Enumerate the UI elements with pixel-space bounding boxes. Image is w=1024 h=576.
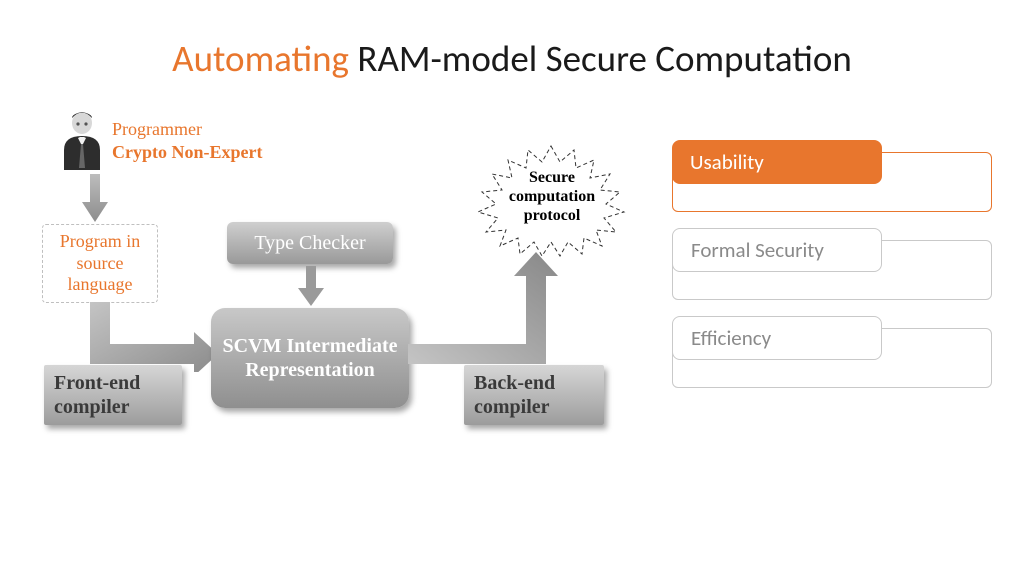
title-rest: RAM-model Secure Computation bbox=[349, 36, 852, 81]
tab-usability-label: Usability bbox=[672, 140, 882, 184]
tab-formal-security-label: Formal Security bbox=[672, 228, 882, 272]
source-program-box: Program in source language bbox=[42, 224, 158, 303]
programmer-role: Programmer bbox=[112, 118, 263, 141]
frontend-compiler-box: Front-end compiler bbox=[44, 365, 182, 425]
title-accent: Automating bbox=[172, 36, 349, 81]
slide-title: Automating RAM-model Secure Computation bbox=[0, 36, 1024, 81]
arrow-elbow-right-icon bbox=[86, 302, 218, 372]
programmer-sublabel: Crypto Non-Expert bbox=[112, 141, 263, 164]
tab-efficiency: Efficiency bbox=[672, 316, 994, 398]
programmer-icon bbox=[58, 110, 106, 170]
backend-compiler-box: Back-end compiler bbox=[464, 365, 604, 425]
arrow-down-icon bbox=[296, 266, 326, 306]
arrow-down-icon bbox=[80, 174, 110, 222]
programmer-label: Programmer Crypto Non-Expert bbox=[112, 118, 263, 163]
arrow-elbow-up-icon bbox=[408, 252, 568, 372]
starburst-label: Secure computation protocol bbox=[490, 168, 614, 226]
type-checker-box: Type Checker bbox=[227, 222, 393, 264]
tab-usability: Usability bbox=[672, 140, 994, 222]
tab-efficiency-label: Efficiency bbox=[672, 316, 882, 360]
scvm-box: SCVM Intermediate Representation bbox=[211, 308, 409, 408]
tab-formal-security: Formal Security bbox=[672, 228, 994, 310]
properties-tabs: Usability Formal Security Efficiency bbox=[672, 140, 994, 404]
